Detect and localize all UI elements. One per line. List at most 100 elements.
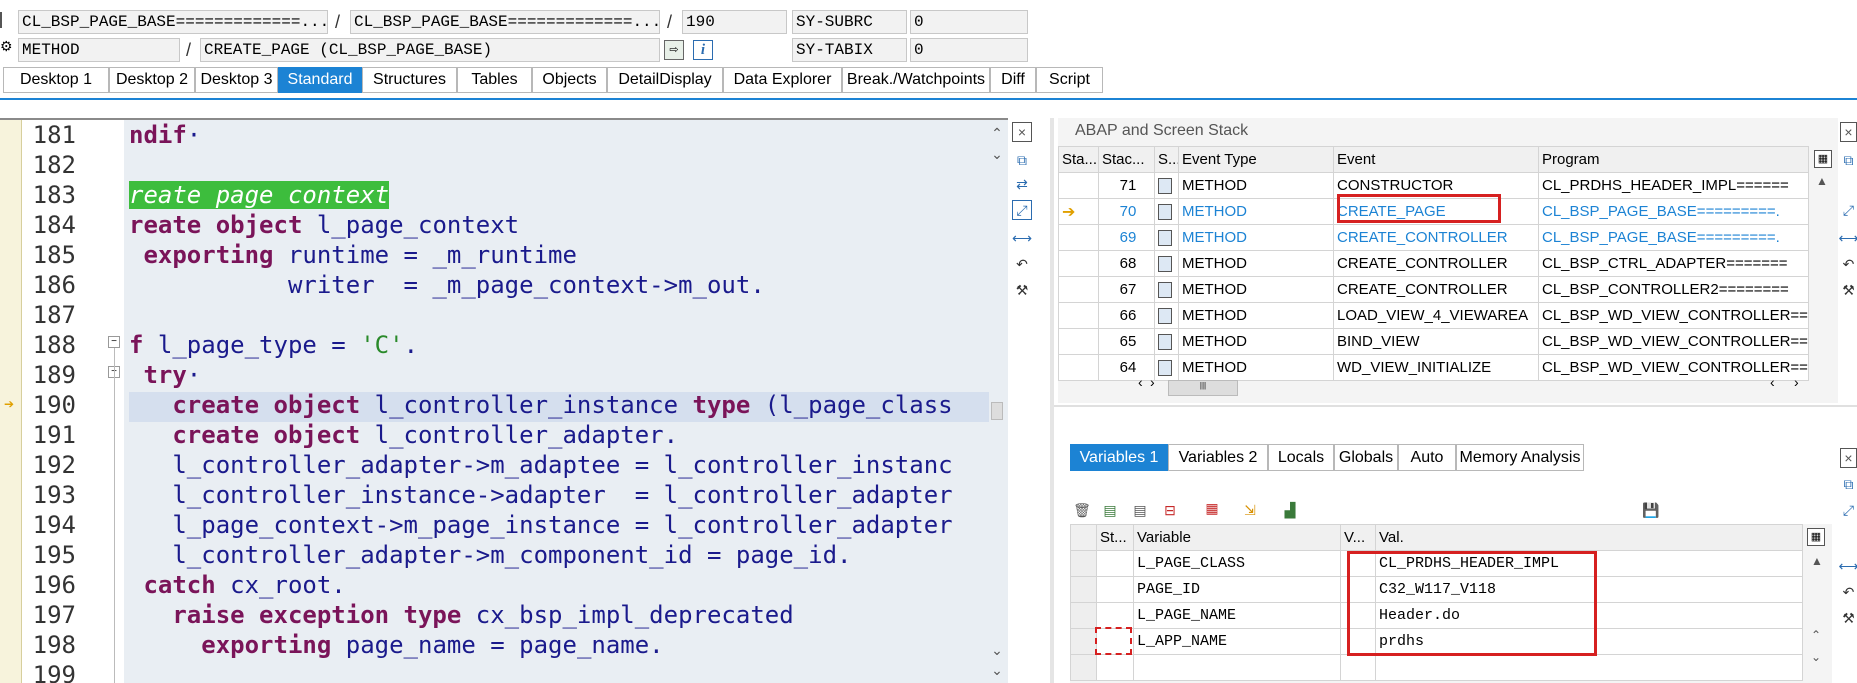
table-row[interactable]: 67 METHOD CREATE_CONTROLLER CL_BSP_CONTROLL…: [1058, 276, 1809, 303]
event-field[interactable]: CREATE_PAGE (CL_BSP_PAGE_BASE): [200, 38, 660, 62]
tab-script[interactable]: Script: [1036, 67, 1103, 93]
row-selector[interactable]: [1070, 602, 1097, 629]
tab-objects[interactable]: Objects: [532, 67, 607, 93]
table-row[interactable]: 64 METHOD WD_VIEW_INITIALIZE CL_BSP_WD_VIEW…: [1058, 354, 1809, 381]
table-cell[interactable]: [1154, 354, 1179, 381]
scroll-left-icon[interactable]: ‹: [1138, 374, 1143, 390]
event-type-field[interactable]: METHOD: [18, 38, 180, 62]
toolbar-icon-left-1[interactable]: [0, 12, 10, 28]
variables-scroll-up-icon[interactable]: ⌃: [1811, 628, 1821, 642]
tab-data-explorer[interactable]: Data Explorer: [723, 67, 842, 93]
editor-scroll-up-icon[interactable]: ⌄: [988, 146, 1006, 163]
code-line[interactable]: l_controller_adapter->m_component_id = p…: [129, 540, 851, 570]
table-cell[interactable]: CL_BSP_WD_VIEW_CONTROLLER==: [1538, 302, 1809, 329]
table-cell[interactable]: LOAD_VIEW_4_VIEWAREA: [1333, 302, 1539, 329]
table-cell[interactable]: 69: [1098, 224, 1155, 251]
program-field[interactable]: CL_BSP_PAGE_BASE=============...: [18, 10, 328, 34]
tab-variables-2[interactable]: Variables 2: [1168, 444, 1268, 471]
variable-delete-icon[interactable]: ⊟: [1160, 500, 1180, 520]
resize-horizontal-icon[interactable]: ⟷: [1838, 228, 1857, 248]
tab-auto[interactable]: Auto: [1398, 444, 1456, 471]
column-settings-icon[interactable]: ▦: [1814, 150, 1832, 168]
variable-value-cell[interactable]: [1375, 654, 1803, 681]
table-cell[interactable]: [1154, 302, 1179, 329]
tab-locals[interactable]: Locals: [1268, 444, 1334, 471]
table-cell[interactable]: METHOD: [1178, 302, 1334, 329]
editor-scroll-down-icon[interactable]: ⌄: [988, 662, 1006, 679]
close-icon[interactable]: ×: [1012, 122, 1032, 142]
table-cell[interactable]: 65: [1098, 328, 1155, 355]
copy-icon[interactable]: ⧉: [1840, 474, 1857, 494]
fold-toggle-icon[interactable]: −: [108, 336, 120, 348]
stack-column-header[interactable]: Stac...: [1098, 146, 1155, 173]
tools-icon[interactable]: ⚒: [1012, 280, 1032, 300]
stack-column-header[interactable]: S...: [1154, 146, 1179, 173]
code-line[interactable]: create object l_controller_adapter.: [129, 420, 678, 450]
close-icon[interactable]: ×: [1840, 448, 1857, 468]
table-cell[interactable]: ➔: [1058, 198, 1099, 225]
export-icon[interactable]: ▟: [1280, 500, 1300, 520]
code-line[interactable]: writer = _m_page_context->m_out.: [129, 270, 765, 300]
table-cell[interactable]: CL_BSP_PAGE_BASE=========.: [1538, 198, 1809, 225]
table-cell[interactable]: METHOD: [1178, 276, 1334, 303]
code-line[interactable]: reate object l_page_context: [129, 210, 519, 240]
table-cell[interactable]: [1058, 354, 1099, 381]
table-cell[interactable]: METHOD: [1178, 198, 1334, 225]
include-field[interactable]: CL_BSP_PAGE_BASE=============...: [350, 10, 660, 34]
tab-break-watchpoints[interactable]: Break./Watchpoints: [842, 67, 990, 93]
maximize-icon[interactable]: ⤢: [1840, 500, 1857, 520]
scroll-right-icon[interactable]: ›: [1150, 374, 1155, 390]
variable-name-cell[interactable]: L_PAGE_CLASS: [1133, 550, 1341, 577]
tab-tables[interactable]: Tables: [457, 67, 532, 93]
display-grid-icon[interactable]: ▦: [1202, 498, 1222, 518]
editor-scroll-up-icon[interactable]: ⌃: [988, 125, 1006, 142]
stack-column-header[interactable]: Program: [1538, 146, 1809, 173]
table-cell[interactable]: 68: [1098, 250, 1155, 277]
table-cell[interactable]: 64: [1098, 354, 1155, 381]
maximize-icon[interactable]: ⤢: [1012, 200, 1032, 220]
table-cell[interactable]: [1058, 328, 1099, 355]
undo-icon[interactable]: ↶: [1012, 254, 1032, 274]
variable-name-cell[interactable]: [1133, 654, 1341, 681]
stack-column-header[interactable]: Sta...: [1058, 146, 1099, 173]
tab-memory-analysis[interactable]: Memory Analysis: [1456, 444, 1584, 471]
transfer-icon[interactable]: ⇲: [1240, 500, 1260, 520]
tools-icon[interactable]: ⚒: [1840, 280, 1857, 300]
code-line[interactable]: create object l_controller_instance type…: [129, 390, 952, 420]
table-cell[interactable]: CL_BSP_PAGE_BASE=========.: [1538, 224, 1809, 251]
table-cell[interactable]: [1096, 654, 1134, 681]
code-editor[interactable]: ➔ 181 182 183 184 185 186 187 188 189 190 191 192 19…: [0, 118, 1010, 683]
row-selector[interactable]: [1070, 576, 1097, 603]
table-cell[interactable]: 70: [1098, 198, 1155, 225]
stack-column-header[interactable]: Event Type: [1178, 146, 1334, 173]
table-cell[interactable]: CL_BSP_CTRL_ADAPTER=======: [1538, 250, 1809, 277]
gear-icon[interactable]: ⚙: [0, 38, 13, 55]
variables-column-header[interactable]: Variable: [1133, 524, 1341, 551]
tab-diff[interactable]: Diff: [990, 67, 1036, 93]
table-cell[interactable]: [1096, 550, 1134, 577]
table-cell[interactable]: [1096, 602, 1134, 629]
code-line[interactable]: l_controller_adapter->m_adaptee = l_cont…: [129, 450, 952, 480]
close-icon[interactable]: ×: [1840, 122, 1857, 142]
table-cell[interactable]: [1154, 276, 1179, 303]
scroll-right-icon[interactable]: ›: [1794, 374, 1799, 390]
table-cell[interactable]: [1058, 302, 1099, 329]
navigate-icon[interactable]: ⇨: [664, 40, 684, 60]
table-cell[interactable]: [1058, 172, 1099, 199]
table-cell[interactable]: [1154, 224, 1179, 251]
table-cell[interactable]: WD_VIEW_INITIALIZE: [1333, 354, 1539, 381]
table-cell[interactable]: [1096, 576, 1134, 603]
line-number-field[interactable]: 190: [682, 10, 787, 34]
variable-name-cell[interactable]: L_APP_NAME: [1133, 628, 1341, 655]
code-line[interactable]: raise exception type cx_bsp_impl_depreca…: [129, 600, 793, 630]
copy-icon[interactable]: ⧉: [1840, 150, 1857, 170]
table-row[interactable]: 65 METHOD BIND_VIEW CL_BSP_WD_VIEW_CONTROLL…: [1058, 328, 1809, 355]
table-cell[interactable]: 71: [1098, 172, 1155, 199]
stack-table[interactable]: Sta... Stac... S... Event Type Event Program …: [1058, 146, 1809, 381]
copy-icon[interactable]: ⧉: [1012, 150, 1032, 170]
variable-name-cell[interactable]: PAGE_ID: [1133, 576, 1341, 603]
variable-edit-icon[interactable]: ▤: [1100, 500, 1120, 520]
table-cell[interactable]: METHOD: [1178, 224, 1334, 251]
variable-name-cell[interactable]: L_PAGE_NAME: [1133, 602, 1341, 629]
resize-horizontal-icon[interactable]: ⟷: [1838, 556, 1857, 576]
